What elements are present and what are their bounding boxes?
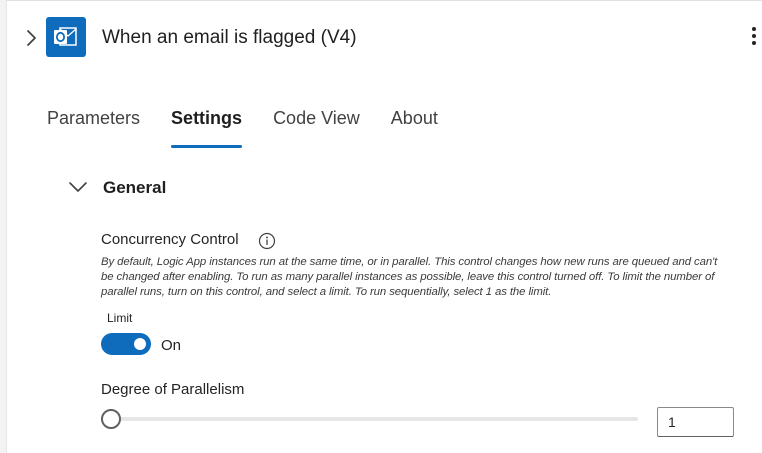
info-icon[interactable] [258, 232, 276, 250]
chevron-down-icon [69, 182, 87, 192]
limit-label: Limit [107, 311, 133, 325]
trigger-title: When an email is flagged (V4) [102, 27, 357, 48]
limit-toggle[interactable] [101, 333, 151, 355]
more-vertical-icon [748, 27, 760, 45]
toggle-state-label: On [161, 337, 182, 354]
concurrency-control-label: Concurrency Control [101, 231, 239, 248]
slider-thumb[interactable] [101, 409, 121, 429]
panel-header: When an email is flagged (V4) [6, 0, 762, 78]
section-title: General [103, 178, 167, 197]
concurrency-description: By default, Logic App instances run at t… [101, 256, 718, 298]
tab-settings[interactable]: Settings [171, 108, 243, 148]
slider-rail [101, 417, 638, 421]
tab-code-view[interactable]: Code View [273, 108, 360, 148]
expand-panel-button[interactable] [22, 27, 42, 49]
toggle-knob [134, 338, 146, 350]
tab-bar: Parameters Settings Code View About [47, 108, 469, 148]
tab-parameters[interactable]: Parameters [47, 108, 140, 148]
degree-of-parallelism-label: Degree of Parallelism [101, 381, 245, 398]
chevron-right-icon [27, 30, 36, 46]
parallelism-value-input[interactable] [657, 407, 734, 437]
parallelism-slider[interactable] [101, 408, 638, 430]
general-section-toggle[interactable]: General [68, 176, 168, 202]
more-options-button[interactable] [748, 24, 760, 50]
tab-about[interactable]: About [391, 108, 438, 148]
outlook-icon [46, 17, 86, 57]
